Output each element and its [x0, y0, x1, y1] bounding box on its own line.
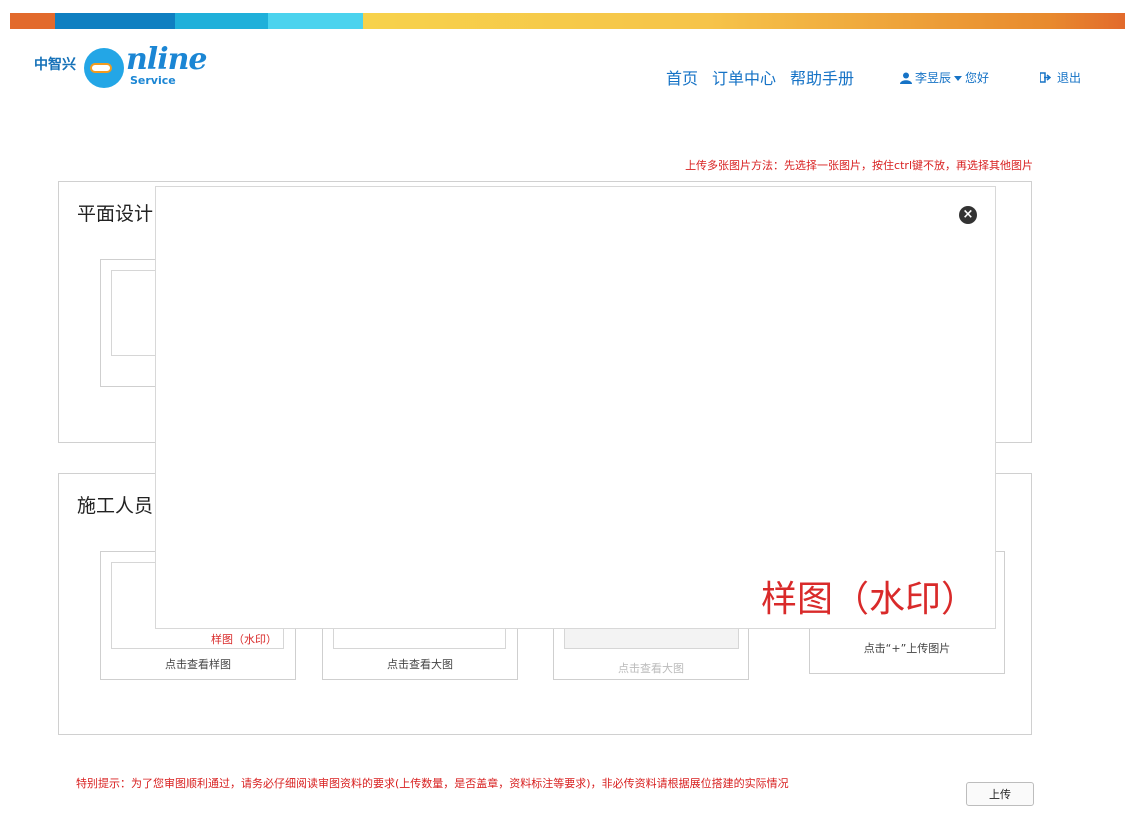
user-icon — [900, 72, 912, 84]
section-title-workers: 施工人员 — [77, 495, 154, 517]
logout-link[interactable]: 退出 — [1040, 69, 1081, 86]
nav-help[interactable]: 帮助手册 — [790, 65, 854, 89]
logo-service: Service — [130, 74, 176, 87]
topbar-seg-4 — [268, 13, 363, 29]
logout-icon — [1040, 72, 1051, 83]
caret-down-icon — [954, 75, 963, 81]
view-large-caption-3[interactable]: 点击查看大图 — [554, 660, 748, 676]
logout-label: 退出 — [1057, 71, 1082, 85]
upload-hint-caption: 点击“+”上传图片 — [863, 642, 951, 655]
preview-watermark: 样图（水印） — [760, 579, 977, 620]
image-preview-modal: × 样图（水印） — [155, 186, 996, 629]
close-circle-icon[interactable]: × — [959, 206, 977, 224]
special-notice: 特别提示：为了您审图顺利通过，请务必仔细阅读审图资料的要求(上传数量，是否盖章，… — [76, 777, 789, 790]
logo-cn-text: 中智兴 — [34, 57, 76, 73]
brand-logo[interactable]: 中智兴 nline Service — [34, 40, 214, 90]
nav-home[interactable]: 首页 — [666, 65, 698, 89]
logo-word: nline — [126, 42, 208, 77]
topbar-seg-5 — [363, 13, 1125, 29]
user-name: 李昱辰 — [915, 71, 952, 85]
user-greeting: 您好 — [965, 71, 990, 85]
section-title-layout: 平面设计 — [77, 203, 154, 225]
topbar-seg-2 — [55, 13, 175, 29]
topbar-seg-3 — [175, 13, 268, 29]
multi-upload-tip: 上传多张图片方法：先选择一张图片，按住ctrl键不放，再选择其他图片 — [685, 159, 1033, 172]
top-color-bar — [10, 13, 1125, 29]
upload-button[interactable]: 上传 — [966, 782, 1034, 806]
topbar-seg-1 — [10, 13, 55, 29]
nav-orders[interactable]: 订单中心 — [712, 65, 776, 89]
view-large-caption-2[interactable]: 点击查看大图 — [323, 656, 517, 672]
view-sample-caption[interactable]: 点击查看样图 — [101, 656, 295, 672]
user-menu[interactable]: 李昱辰 您好 — [900, 69, 989, 86]
main-nav: 首页 订单中心 帮助手册 — [666, 66, 868, 88]
logo-mouse-icon — [84, 48, 124, 88]
sample-watermark: 样图（水印） — [211, 633, 277, 646]
